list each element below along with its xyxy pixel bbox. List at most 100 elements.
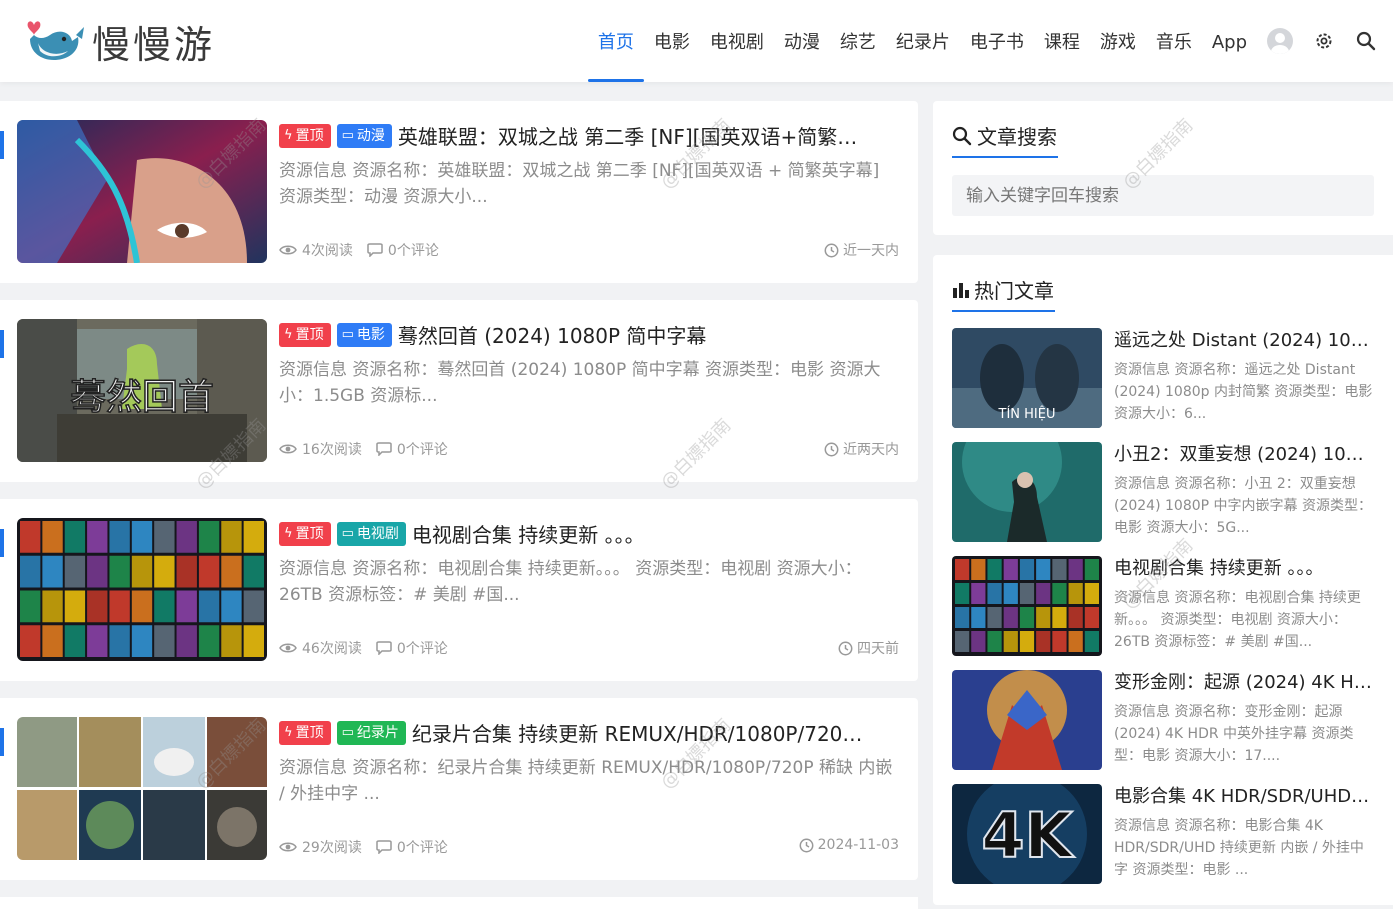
search-input[interactable] (952, 175, 1374, 216)
post-card[interactable]: ϟ 置顶 ▭ 纪录片 纪录片合集 持续更新 REMUX/HDR/1080P/720P… (0, 698, 918, 880)
nav-item-movie[interactable]: 电影 (654, 0, 690, 82)
post-indicator (0, 728, 4, 756)
post-excerpt: 资源信息 资源名称：蓦然回首 (2024) 1080P 简中字幕 资源类型：电影… (279, 360, 881, 406)
post-title[interactable]: 纪录片合集 持续更新 REMUX/HDR/1080P/720P 稀缺 内嵌 / … (412, 718, 867, 747)
folder-icon: ▭ (341, 326, 354, 342)
post-thumbnail[interactable] (17, 518, 267, 661)
comment-icon (376, 641, 392, 655)
hot-article-item[interactable]: 电视剧合集 持续更新 。。。 资源信息 资源名称：电视剧合集 持续更新。。。 资… (952, 556, 1374, 656)
hot-article-title[interactable]: 电视剧合集 持续更新 。。。 (1114, 554, 1374, 580)
hot-article-item[interactable]: 小丑2：双重妄想 (2024) 1080P 中字内嵌字幕 资源信息 资源名称：小… (952, 442, 1374, 542)
eye-icon (279, 643, 297, 653)
search-icon[interactable] (1355, 30, 1377, 52)
category-tag[interactable]: ▭ 动漫 (336, 123, 392, 148)
post-thumbnail[interactable] (17, 717, 267, 860)
nav-item-course[interactable]: 课程 (1044, 0, 1080, 82)
bolt-icon: ϟ (284, 127, 293, 143)
clock-icon (799, 838, 814, 852)
pinned-tag[interactable]: ϟ 置顶 (279, 322, 331, 347)
hot-article-thumbnail[interactable] (952, 556, 1102, 656)
comment-count-label: 0个评论 (396, 641, 448, 657)
post-indicator (0, 131, 4, 159)
comment-count: 0个评论 (376, 439, 448, 459)
hot-article-thumbnail[interactable] (952, 670, 1102, 770)
nav-item-tv[interactable]: 电视剧 (710, 0, 764, 82)
category-tag[interactable]: ▭ 电视剧 (336, 521, 406, 546)
widget-title-label: 热门文章 (974, 279, 1054, 303)
view-count-label: 16次阅读 (302, 442, 362, 458)
post-date-label: 四天前 (857, 641, 899, 657)
hot-widget-title: 热门文章 (952, 275, 1055, 312)
hot-article-excerpt: 资源信息 资源名称：小丑 2：双重妄想 (2024) 1080P 中字内嵌字幕 … (1114, 476, 1372, 536)
widget-title-label: 文章搜索 (977, 125, 1057, 149)
post-header: ϟ 置顶 ▭ 纪录片 纪录片合集 持续更新 REMUX/HDR/1080P/720P… (279, 718, 867, 747)
comment-icon (367, 243, 383, 257)
post-excerpt: 资源信息 资源名称：英雄联盟：双城之战 第二季 [NF][国英双语 + 简繁英字… (279, 161, 880, 207)
nav-item-variety[interactable]: 综艺 (840, 0, 876, 82)
hot-article-item[interactable]: 变形金刚：起源 (2024) 4K HDR 中英外挂字幕 资源信息 资源名称：变… (952, 670, 1374, 770)
hot-article-item[interactable]: TÍN HIỆU 遥远之处 Distant (2024) 1080p 内封简繁 … (952, 328, 1374, 428)
search-widget: 文章搜索 (933, 101, 1393, 235)
hot-article-excerpt: 资源信息 资源名称：遥远之处 Distant (2024) 1080p 内封简繁… (1114, 362, 1373, 422)
category-tag[interactable]: ▭ 纪录片 (336, 720, 406, 745)
post-title[interactable]: 英雄联盟：双城之战 第二季 [NF][国英双语+简繁英字幕] (398, 121, 868, 150)
view-count: 29次阅读 (279, 837, 362, 857)
site-logo[interactable]: 慢慢游 (24, 14, 215, 69)
comment-count: 0个评论 (376, 837, 448, 857)
post-thumbnail[interactable]: 蓦然回首 (17, 319, 267, 462)
hot-article-thumbnail[interactable] (952, 442, 1102, 542)
nav-item-documentary[interactable]: 纪录片 (896, 0, 950, 82)
tag-label: 置顶 (295, 127, 324, 144)
comment-count: 0个评论 (367, 240, 439, 260)
hot-article-item[interactable]: 4K 电影合集 4K HDR/SDR/UHD 持续更新 资源信息 资源名称：电影… (952, 784, 1374, 884)
clock-icon (824, 442, 839, 456)
search-icon (952, 126, 972, 145)
settings-gear-icon[interactable] (1313, 30, 1335, 52)
pinned-tag[interactable]: ϟ 置顶 (279, 123, 331, 148)
post-date: 四天前 (838, 638, 899, 658)
bolt-icon: ϟ (284, 724, 293, 740)
post-title[interactable]: 蓦然回首 (2024) 1080P 简中字幕 (398, 320, 868, 349)
hot-article-excerpt: 资源信息 资源名称：电视剧合集 持续更新。。。 资源类型：电视剧 资源大小：26… (1114, 590, 1361, 650)
hot-thumb-text: TÍN HIỆU (998, 406, 1056, 422)
nav-item-ebook[interactable]: 电子书 (970, 0, 1024, 82)
post-date: 近两天内 (824, 439, 899, 459)
nav-item-music[interactable]: 音乐 (1156, 0, 1192, 82)
hot-article-excerpt: 资源信息 资源名称：电影合集 4K HDR/SDR/UHD 持续更新 内嵌 / … (1114, 818, 1364, 878)
pinned-tag[interactable]: ϟ 置顶 (279, 720, 331, 745)
hot-article-title[interactable]: 遥远之处 Distant (2024) 1080p 内封简繁 (1114, 326, 1374, 352)
hot-article-excerpt: 资源信息 资源名称：变形金刚：起源 (2024) 4K HDR 中英外挂字幕 资… (1114, 704, 1354, 764)
view-count-label: 46次阅读 (302, 641, 362, 657)
post-header: ϟ 置顶 ▭ 动漫 英雄联盟：双城之战 第二季 [NF][国英双语+简繁英字幕] (279, 121, 868, 150)
eye-icon (279, 842, 297, 852)
category-tag[interactable]: ▭ 电影 (336, 322, 392, 347)
whale-logo-icon (27, 20, 84, 60)
poster-grid-image (17, 518, 267, 661)
folder-icon: ▭ (341, 127, 354, 143)
main-nav: 首页 电影 电视剧 动漫 综艺 纪录片 电子书 课程 游戏 音乐 App (578, 0, 1377, 82)
eye-icon (279, 444, 297, 454)
tag-label: 动漫 (356, 127, 385, 144)
nav-item-home[interactable]: 首页 (587, 0, 644, 82)
post-date-label: 近两天内 (843, 442, 899, 458)
folder-icon: ▭ (341, 724, 354, 740)
nav-item-app[interactable]: App (1212, 0, 1247, 82)
folder-icon: ▭ (341, 525, 354, 541)
post-indicator (0, 529, 4, 557)
post-title[interactable]: 电视剧合集 持续更新 。。。 (412, 519, 862, 548)
hot-articles-widget: 热门文章 TÍN HIỆU 遥远之处 Distant (2024) 1080p … (933, 255, 1393, 905)
hot-article-title[interactable]: 变形金刚：起源 (2024) 4K HDR 中英外挂字幕 (1114, 668, 1374, 694)
post-card[interactable]: 蓦然回首 ϟ 置顶 ▭ 电影 蓦然回首 (2024) 1080P 简中字幕 资源信息… (0, 300, 918, 482)
hot-article-thumbnail[interactable]: TÍN HIỆU (952, 328, 1102, 428)
nav-item-game[interactable]: 游戏 (1100, 0, 1136, 82)
hot-article-thumbnail[interactable]: 4K (952, 784, 1102, 884)
title-underline (952, 310, 1055, 312)
nav-item-anime[interactable]: 动漫 (784, 0, 820, 82)
hot-article-title[interactable]: 电影合集 4K HDR/SDR/UHD 持续更新 (1114, 782, 1374, 808)
user-avatar[interactable] (1267, 28, 1293, 54)
hot-article-title[interactable]: 小丑2：双重妄想 (2024) 1080P 中字内嵌字幕 (1114, 440, 1374, 466)
post-card[interactable]: ϟ 置顶 ▭ 动漫 英雄联盟：双城之战 第二季 [NF][国英双语+简繁英字幕] 资… (0, 101, 918, 283)
post-card[interactable]: ϟ 置顶 ▭ 电视剧 电视剧合集 持续更新 。。。 资源信息 资源名称：电视剧合集 … (0, 499, 918, 681)
pinned-tag[interactable]: ϟ 置顶 (279, 521, 331, 546)
post-thumbnail[interactable] (17, 120, 267, 263)
